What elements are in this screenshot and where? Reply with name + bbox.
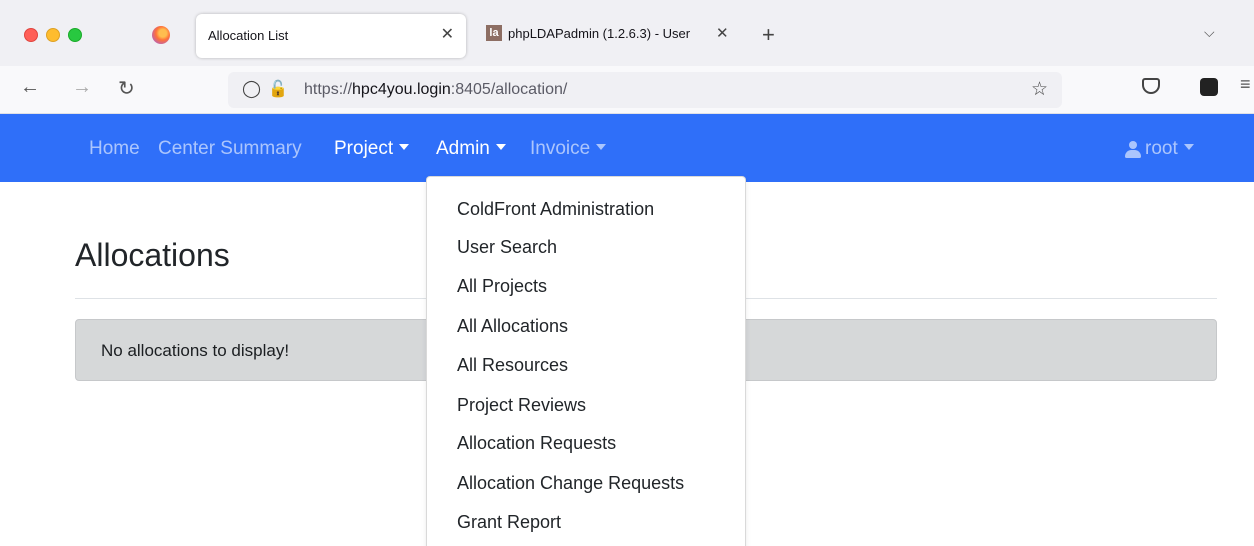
app-navbar: Home Center Summary Project Admin Invoic… xyxy=(0,114,1254,182)
menu-item-project-reviews[interactable]: Project Reviews xyxy=(457,395,586,416)
reload-icon[interactable]: ↻ xyxy=(118,76,135,101)
tab-phpldapadmin[interactable]: la phpLDAPadmin (1.2.6.3) - User ✕ xyxy=(480,20,760,50)
menu-item-grant-report[interactable]: Grant Report xyxy=(457,512,561,533)
tab-title: phpLDAPadmin (1.2.6.3) - User xyxy=(508,26,691,41)
caret-down-icon xyxy=(1183,144,1194,151)
address-bar[interactable]: ◯ 🔓 https://hpc4you.login:8405/allocatio… xyxy=(228,72,1062,108)
admin-dropdown-menu: ColdFront Administration User Search All… xyxy=(426,176,746,546)
alert-text: No allocations to display! xyxy=(101,341,290,360)
close-window-button[interactable] xyxy=(24,28,38,42)
caret-down-icon xyxy=(399,144,410,151)
menu-item-allocation-change-requests[interactable]: Allocation Change Requests xyxy=(457,473,684,494)
user-icon xyxy=(1125,140,1141,158)
url-text[interactable]: https://hpc4you.login:8405/allocation/ xyxy=(304,81,567,99)
nav-center-summary[interactable]: Center Summary xyxy=(158,138,302,160)
page-title: Allocations xyxy=(75,237,230,273)
tab-title: Allocation List xyxy=(208,28,289,43)
pocket-icon[interactable] xyxy=(1142,78,1160,94)
nav-admin-dropdown[interactable]: Admin xyxy=(436,138,506,160)
phpldapadmin-favicon-icon: la xyxy=(486,25,502,41)
firefox-icon[interactable] xyxy=(152,26,170,44)
tab-list-chevron-icon[interactable]: ⌵ xyxy=(1204,24,1215,41)
shield-icon[interactable]: ◯ xyxy=(242,79,261,99)
bookmark-star-icon[interactable]: ☆ xyxy=(1031,78,1048,101)
menu-icon[interactable]: ≡ xyxy=(1240,74,1251,95)
browser-toolbar: ← → ↻ ◯ 🔓 https://hpc4you.login:8405/all… xyxy=(0,66,1254,114)
minimize-window-button[interactable] xyxy=(46,28,60,42)
tab-close-icon[interactable]: ✕ xyxy=(441,24,454,44)
tab-close-icon[interactable]: ✕ xyxy=(716,24,729,42)
menu-item-coldfront-administration[interactable]: ColdFront Administration xyxy=(457,199,654,220)
menu-item-allocation-requests[interactable]: Allocation Requests xyxy=(457,433,616,454)
browser-tab-bar: Allocation List ✕ la phpLDAPadmin (1.2.6… xyxy=(0,0,1254,66)
caret-down-icon xyxy=(495,144,506,151)
forward-arrow-icon[interactable]: → xyxy=(72,76,92,99)
nav-home[interactable]: Home xyxy=(89,138,140,160)
back-arrow-icon[interactable]: ← xyxy=(20,76,40,99)
menu-item-all-allocations[interactable]: All Allocations xyxy=(457,316,568,337)
extension-icon[interactable] xyxy=(1200,78,1218,96)
tab-allocation-list[interactable]: Allocation List ✕ xyxy=(196,14,466,58)
nav-user-dropdown[interactable]: root xyxy=(1125,138,1194,160)
menu-item-all-projects[interactable]: All Projects xyxy=(457,276,547,297)
lock-warning-icon[interactable]: 🔓 xyxy=(268,79,288,99)
menu-item-user-search[interactable]: User Search xyxy=(457,237,557,258)
maximize-window-button[interactable] xyxy=(68,28,82,42)
new-tab-button[interactable]: + xyxy=(762,22,775,48)
menu-item-all-resources[interactable]: All Resources xyxy=(457,355,568,376)
nav-project-dropdown[interactable]: Project xyxy=(334,138,410,160)
caret-down-icon xyxy=(596,144,607,151)
nav-invoice-dropdown[interactable]: Invoice xyxy=(530,138,607,160)
